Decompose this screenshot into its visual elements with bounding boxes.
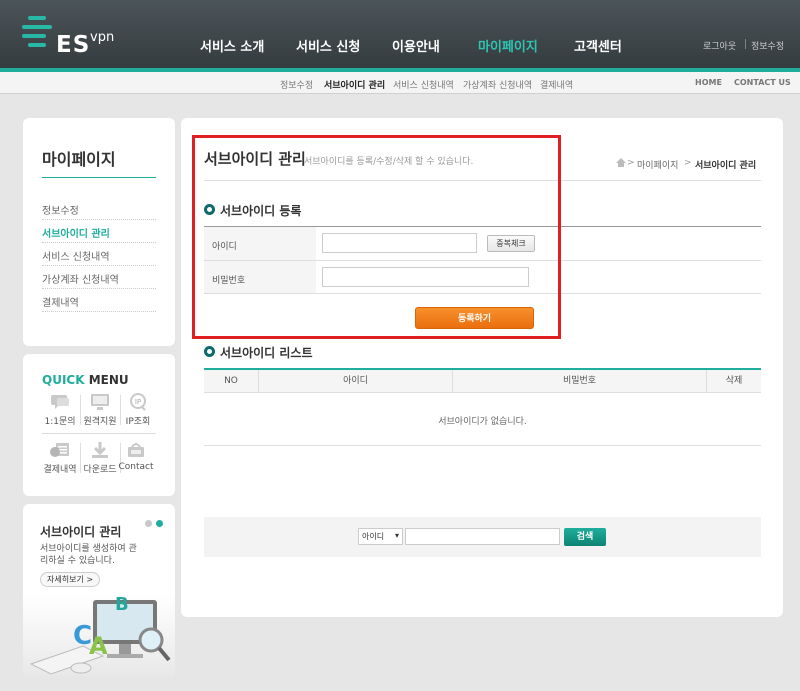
gnb-service-apply[interactable]: 서비스 신청 xyxy=(296,36,360,55)
home-icon[interactable] xyxy=(616,158,626,167)
highlight-box xyxy=(192,135,561,339)
promo-dot-active[interactable] xyxy=(156,520,163,527)
subnav-virtual-account[interactable]: 가상계좌 신청내역 xyxy=(463,78,532,91)
download-icon xyxy=(89,441,111,459)
contact-us-link[interactable]: CONTACT US xyxy=(734,78,791,87)
quick-item-label: 결제내역 xyxy=(43,465,77,475)
home-link[interactable]: HOME xyxy=(695,78,722,87)
subnav-edit-info[interactable]: 정보수정 xyxy=(280,78,313,91)
sidebar-item-payment[interactable]: 결제내역 xyxy=(42,289,156,312)
promo-dot[interactable] xyxy=(145,520,152,527)
gnb-customer-center[interactable]: 고객센터 xyxy=(574,36,622,55)
promo-description: 서브아이디를 생성하여 관리하실 수 있습니다. xyxy=(40,544,137,566)
section-bullet-icon xyxy=(204,346,215,357)
quick-item-label: 다운로드 xyxy=(83,465,117,475)
payment-icon xyxy=(49,441,71,459)
quick-item-label: 원격지원 xyxy=(83,417,117,427)
search-type-select[interactable]: 아이디 ▾ xyxy=(358,528,403,545)
gnb-guide[interactable]: 이용안내 xyxy=(392,36,440,55)
ip-icon: IP xyxy=(127,393,149,411)
chat-icon xyxy=(49,393,71,411)
sub-navigation: 정보수정 서브아이디 관리 서비스 신청내역 가상계좌 신청내역 결제내역 HO… xyxy=(0,72,800,94)
promo-title: 서브아이디 관리 xyxy=(40,525,122,539)
svg-text:IP: IP xyxy=(135,398,141,406)
sidebar-title-underline xyxy=(42,177,156,178)
quick-menu-divider xyxy=(42,433,156,434)
search-button[interactable]: 검색 xyxy=(564,528,606,546)
chevron-down-icon: ▾ xyxy=(394,531,399,540)
quick-item-download[interactable]: 다운로드 xyxy=(81,441,119,475)
quick-item-payment[interactable]: 결제내역 xyxy=(41,441,79,475)
subnav-subid-manage[interactable]: 서브아이디 관리 xyxy=(324,78,385,91)
logo-es: ES xyxy=(56,32,91,58)
breadcrumb-current: 서브아이디 관리 xyxy=(695,161,757,171)
column-header-id: 아이디 xyxy=(259,370,452,392)
subnav-payment[interactable]: 결제내역 xyxy=(540,78,573,91)
sidebar-item-virtual-account[interactable]: 가상계좌 신청내역 xyxy=(42,266,156,289)
table-bottom-border xyxy=(204,445,761,446)
logo-stripe xyxy=(22,25,52,29)
svg-text:A: A xyxy=(89,632,108,660)
quick-item-label: IP조회 xyxy=(125,417,151,427)
gnb-service-intro[interactable]: 서비스 소개 xyxy=(200,36,264,55)
sidebar-item-service-history[interactable]: 서비스 신청내역 xyxy=(42,243,156,266)
quick-item-ip[interactable]: IP IP조회 xyxy=(119,393,157,427)
sidebar-item-edit-info[interactable]: 정보수정 xyxy=(42,197,156,220)
quick-item-remote[interactable]: 원격지원 xyxy=(81,393,119,427)
svg-text:B: B xyxy=(115,594,129,615)
promo-more-button[interactable]: 자세히보기 > xyxy=(40,572,101,587)
edit-info-link[interactable]: 정보수정 xyxy=(751,39,784,52)
list-section-title: 서브아이디 리스트 xyxy=(220,346,313,360)
quick-item-label: Contact xyxy=(118,462,154,472)
gnb-mypage[interactable]: 마이페이지 xyxy=(478,36,538,55)
logo-vpn: vpn xyxy=(90,30,115,45)
column-header-password: 비밀번호 xyxy=(453,370,706,392)
util-divider xyxy=(745,39,746,49)
column-header-delete: 삭제 xyxy=(707,370,761,392)
logo-stripe xyxy=(28,43,46,47)
table-header-border xyxy=(204,392,761,393)
breadcrumb-mypage[interactable]: 마이페이지 xyxy=(637,158,678,171)
quick-menu-title: QUICK MENU xyxy=(42,373,129,387)
promo-illustration: C A B xyxy=(23,594,175,676)
quick-item-inquiry[interactable]: 1:1문의 xyxy=(41,393,79,427)
contact-icon xyxy=(125,441,147,459)
search-input[interactable] xyxy=(405,528,560,545)
empty-list-message: 서브아이디가 없습니다. xyxy=(438,417,527,427)
logo-stripe xyxy=(28,16,46,20)
breadcrumb-separator: > xyxy=(684,158,692,168)
quick-item-contact[interactable]: Contact xyxy=(117,441,155,472)
quick-item-label: 1:1문의 xyxy=(44,417,76,427)
column-header-no: NO xyxy=(204,370,258,392)
monitor-icon xyxy=(89,393,111,411)
subnav-service-history[interactable]: 서비스 신청내역 xyxy=(393,78,454,91)
sidebar-item-subid-manage[interactable]: 서브아이디 관리 xyxy=(42,220,156,243)
logout-link[interactable]: 로그아웃 xyxy=(703,39,736,52)
es-vpn-logo[interactable]: ES vpn xyxy=(22,14,122,58)
logo-stripe xyxy=(22,34,46,38)
sidebar-title: 마이페이지 xyxy=(42,150,116,169)
breadcrumb-separator: > xyxy=(627,158,635,168)
